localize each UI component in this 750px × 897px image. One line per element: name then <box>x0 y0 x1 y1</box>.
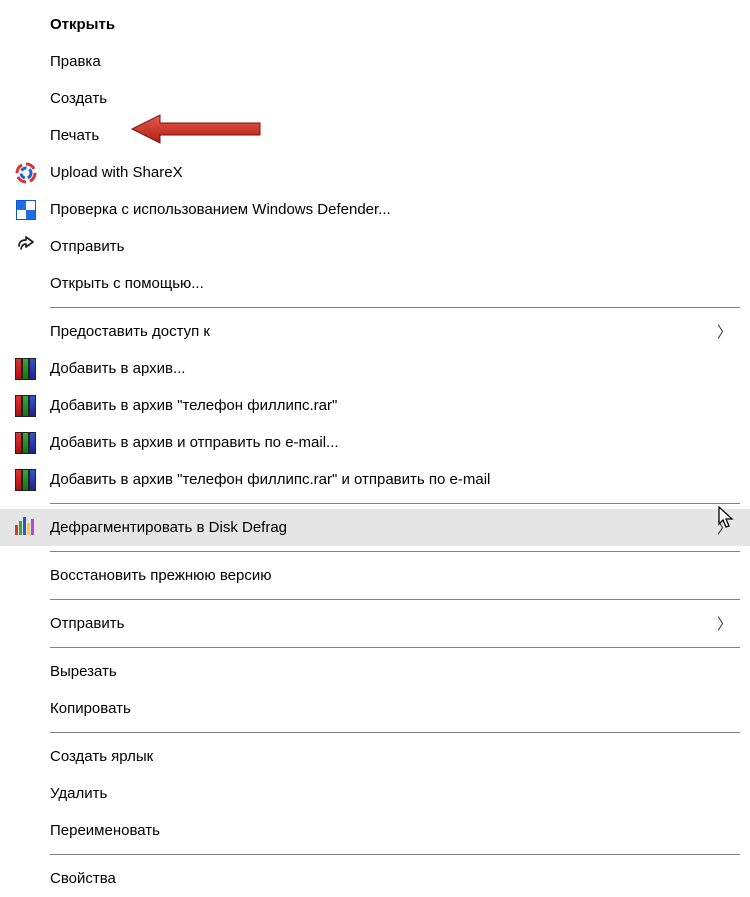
menu-item[interactable]: Копировать <box>0 690 750 727</box>
icon-slot <box>14 819 38 843</box>
icon-slot <box>14 320 38 344</box>
chevron-right-icon: 〉 <box>717 613 732 634</box>
icon-slot <box>14 124 38 148</box>
menu-item-label: Свойства <box>50 870 732 887</box>
icon-slot <box>14 782 38 806</box>
separator <box>50 307 740 308</box>
winrar-icon <box>15 469 37 491</box>
separator <box>50 647 740 648</box>
menu-item[interactable]: Открыть с помощью... <box>0 265 750 302</box>
menu-item-label: Upload with ShareX <box>50 164 732 181</box>
menu-item[interactable]: Правка <box>0 43 750 80</box>
menu-item-label: Проверка с использованием Windows Defend… <box>50 201 732 218</box>
menu-item-label: Открыть <box>50 16 732 33</box>
winrar-icon <box>15 432 37 454</box>
menu-item-label: Добавить в архив... <box>50 360 732 377</box>
chevron-right-icon: 〉 <box>717 321 732 342</box>
menu-item-label: Отправить <box>50 615 717 632</box>
menu-item-label: Печать <box>50 127 732 144</box>
icon-slot <box>14 564 38 588</box>
separator <box>50 854 740 855</box>
menu-item-label: Удалить <box>50 785 732 802</box>
separator <box>50 503 740 504</box>
icon-slot <box>14 394 38 418</box>
icon-slot <box>14 357 38 381</box>
icon-slot <box>14 697 38 721</box>
menu-item[interactable]: Вырезать <box>0 653 750 690</box>
share-icon <box>15 236 37 258</box>
separator <box>50 551 740 552</box>
icon-slot <box>14 745 38 769</box>
menu-item[interactable]: Создать ярлык <box>0 738 750 775</box>
context-menu: Открыть Правка Создать Печать Upload with Sh… <box>0 0 750 897</box>
menu-item[interactable]: Отправить <box>0 228 750 265</box>
icon-slot <box>14 468 38 492</box>
menu-item-label: Дефрагментировать в Disk Defrag <box>50 519 717 536</box>
menu-item[interactable]: Добавить в архив "телефон филлипс.rar" и… <box>0 461 750 498</box>
icon-slot <box>14 161 38 185</box>
menu-item[interactable]: Добавить в архив... <box>0 350 750 387</box>
menu-item-label: Переименовать <box>50 822 732 839</box>
menu-item-label: Создать <box>50 90 732 107</box>
menu-item-label: Вырезать <box>50 663 732 680</box>
menu-item-label: Добавить в архив "телефон филлипс.rar" и… <box>50 471 732 488</box>
menu-item[interactable]: Создать <box>0 80 750 117</box>
icon-slot <box>14 198 38 222</box>
icon-slot <box>14 272 38 296</box>
menu-item[interactable]: Дефрагментировать в Disk Defrag〉 <box>0 509 750 546</box>
menu-item-label: Добавить в архив и отправить по e-mail..… <box>50 434 732 451</box>
menu-item-label: Отправить <box>50 238 732 255</box>
sharex-icon <box>15 162 37 184</box>
winrar-icon <box>15 358 37 380</box>
defrag-icon <box>15 517 37 539</box>
menu-item[interactable]: Добавить в архив и отправить по e-mail..… <box>0 424 750 461</box>
menu-item[interactable]: Переименовать <box>0 812 750 849</box>
menu-item[interactable]: Отправить〉 <box>0 605 750 642</box>
icon-slot <box>14 13 38 37</box>
menu-item-label: Открыть с помощью... <box>50 275 732 292</box>
menu-item[interactable]: Свойства <box>0 860 750 897</box>
icon-slot <box>14 516 38 540</box>
icon-slot <box>14 235 38 259</box>
defender-icon <box>16 200 36 220</box>
menu-item-label: Предоставить доступ к <box>50 323 717 340</box>
menu-item-label: Правка <box>50 53 732 70</box>
icon-slot <box>14 87 38 111</box>
menu-item[interactable]: Upload with ShareX <box>0 154 750 191</box>
icon-slot <box>14 867 38 891</box>
menu-item-label: Восстановить прежнюю версию <box>50 567 732 584</box>
menu-item[interactable]: Проверка с использованием Windows Defend… <box>0 191 750 228</box>
icon-slot <box>14 612 38 636</box>
icon-slot <box>14 660 38 684</box>
separator <box>50 732 740 733</box>
menu-item[interactable]: Добавить в архив "телефон филлипс.rar" <box>0 387 750 424</box>
winrar-icon <box>15 395 37 417</box>
menu-item[interactable]: Предоставить доступ к〉 <box>0 313 750 350</box>
chevron-right-icon: 〉 <box>717 517 732 538</box>
menu-item[interactable]: Печать <box>0 117 750 154</box>
icon-slot <box>14 431 38 455</box>
menu-item-label: Создать ярлык <box>50 748 732 765</box>
menu-item-label: Добавить в архив "телефон филлипс.rar" <box>50 397 732 414</box>
separator <box>50 599 740 600</box>
menu-item-label: Копировать <box>50 700 732 717</box>
menu-item[interactable]: Восстановить прежнюю версию <box>0 557 750 594</box>
menu-item[interactable]: Открыть <box>0 6 750 43</box>
menu-item[interactable]: Удалить <box>0 775 750 812</box>
icon-slot <box>14 50 38 74</box>
